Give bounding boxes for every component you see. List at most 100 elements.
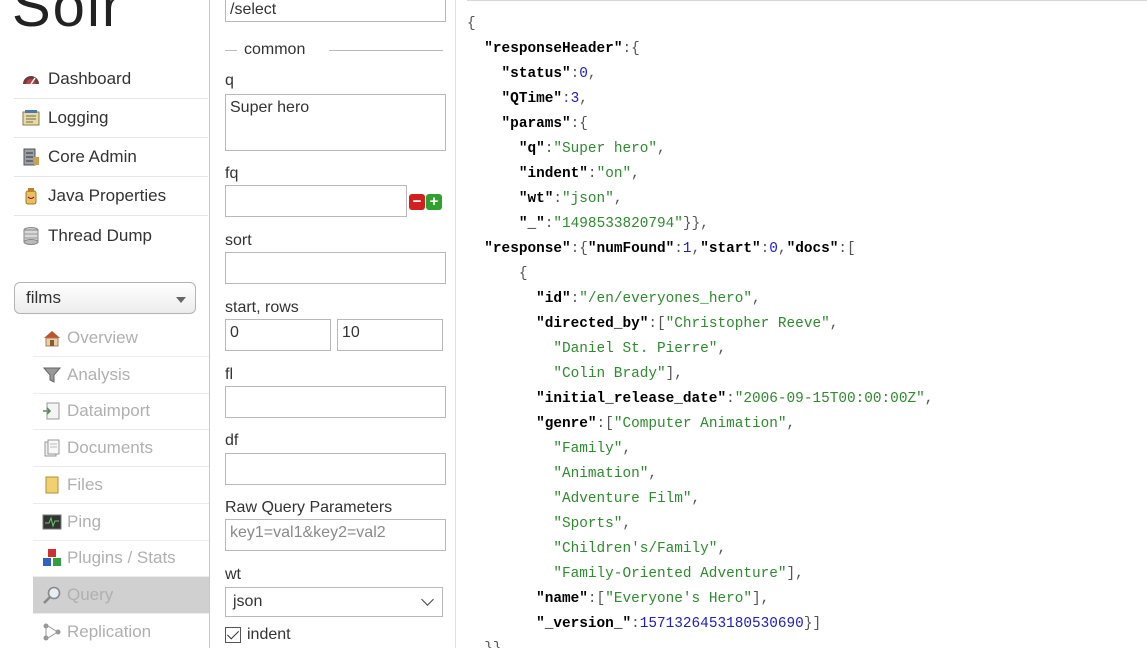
- response-json: { "responseHeader":{ "status":0, "QTime"…: [467, 12, 933, 648]
- dashboard-icon: [21, 69, 41, 89]
- response-line: "Animation",: [553, 466, 657, 482]
- ping-icon: [42, 512, 62, 532]
- response-line: "indent":"on",: [518, 166, 640, 182]
- core-selector-value: films: [26, 288, 61, 307]
- response-line: "Children's/Family",: [553, 541, 727, 557]
- core-item-overview[interactable]: Overview: [33, 320, 209, 357]
- core-item-label: Ping: [67, 512, 102, 531]
- response-line: "status":0,: [501, 66, 597, 82]
- core-item-label: Replication: [67, 622, 152, 641]
- response-line: "_version_":1571326453180530690}]: [536, 616, 822, 632]
- q-label: q: [225, 72, 234, 89]
- raw-params-label: Raw Query Parameters: [225, 499, 393, 516]
- indent-row: indent: [225, 626, 291, 644]
- core-item-plugins-stats[interactable]: Plugins / Stats: [33, 540, 209, 577]
- response-line: "q":"Super hero",: [518, 141, 666, 157]
- core-item-label: Documents: [67, 438, 153, 457]
- caret-down-icon: [176, 297, 186, 303]
- core-item-label: Overview: [67, 328, 138, 347]
- thread-dump-icon: [21, 226, 41, 246]
- sidebar-item-label: Java Properties: [48, 186, 167, 205]
- core-item-files[interactable]: Files: [33, 467, 209, 504]
- sidebar-item-label: Thread Dump: [48, 225, 152, 245]
- documents-icon: [42, 438, 62, 458]
- plugins-icon: [42, 548, 62, 568]
- fq-input[interactable]: [225, 185, 407, 217]
- core-item-documents[interactable]: Documents: [33, 430, 209, 467]
- core-item-label: Plugins / Stats: [67, 548, 176, 567]
- sort-input[interactable]: [225, 252, 446, 284]
- response-line: "name":["Everyone's Hero"],: [536, 591, 770, 607]
- java-properties-icon: [21, 186, 41, 206]
- sidebar-item-label: Core Admin: [48, 147, 137, 166]
- sidebar-item-logging[interactable]: Logging: [14, 99, 208, 138]
- add-fq-button[interactable]: +: [426, 194, 442, 210]
- dataimport-icon: [42, 401, 62, 421]
- core-item-label: Dataimport: [67, 401, 151, 420]
- df-input[interactable]: [225, 453, 446, 485]
- response-line: {: [467, 266, 528, 282]
- start-input[interactable]: 0: [225, 319, 331, 351]
- response-line: "responseHeader":{: [484, 41, 640, 57]
- q-input[interactable]: Super hero: [225, 94, 446, 151]
- core-admin-icon: [21, 147, 41, 167]
- response-line: "Adventure Film",: [553, 491, 701, 507]
- core-item-query[interactable]: Query: [33, 577, 209, 614]
- response-line: "params":{: [501, 116, 588, 132]
- common-legend: common: [225, 41, 443, 59]
- wt-select[interactable]: json: [225, 587, 443, 617]
- replication-icon: [42, 622, 62, 642]
- solr-logo[interactable]: Solr: [12, 0, 123, 36]
- response-panel: { "responseHeader":{ "status":0, "QTime"…: [467, 0, 1147, 648]
- indent-checkbox[interactable]: [225, 627, 241, 643]
- df-label: df: [225, 432, 239, 449]
- request-handler-input[interactable]: /select: [225, 0, 446, 22]
- logging-icon: [21, 108, 41, 128]
- response-line: "Sports",: [553, 516, 632, 532]
- remove-fq-button[interactable]: −: [409, 194, 425, 210]
- response-line: "wt":"json",: [518, 191, 623, 207]
- files-icon: [42, 475, 62, 495]
- core-item-label: Query: [67, 585, 114, 604]
- wt-select-value: json: [233, 593, 263, 610]
- response-line: "initial_release_date":"2006-09-15T00:00…: [536, 391, 934, 407]
- response-line: "id":"/en/everyones_hero",: [536, 291, 761, 307]
- response-line: }}: [467, 637, 933, 648]
- response-line: "Family",: [553, 441, 632, 457]
- core-selector[interactable]: films: [14, 282, 196, 314]
- response-line: {: [467, 16, 476, 32]
- chevron-down-icon: [421, 593, 434, 606]
- response-line: "Family-Oriented Adventure"],: [553, 566, 804, 582]
- core-item-ping[interactable]: Ping: [33, 504, 209, 541]
- response-line: "directed_by":["Christopher Reeve",: [536, 316, 839, 332]
- response-line: "_":"1498533820794"}},: [518, 216, 709, 232]
- response-line: "Daniel St. Pierre",: [553, 341, 727, 357]
- response-line: "response":{"numFound":1,"start":0,"docs…: [484, 241, 856, 257]
- sidebar-item-dashboard[interactable]: Dashboard: [14, 60, 208, 99]
- response-line: "genre":["Computer Animation",: [536, 416, 796, 432]
- rows-input[interactable]: 10: [337, 319, 443, 351]
- indent-label: indent: [247, 626, 291, 643]
- magnifier-icon: [42, 585, 62, 605]
- core-item-replication[interactable]: Replication: [33, 614, 209, 648]
- sidebar-item-java-properties[interactable]: Java Properties: [14, 177, 208, 216]
- core-item-dataimport[interactable]: Dataimport: [33, 393, 209, 430]
- raw-params-input[interactable]: key1=val1&key2=val2: [225, 519, 446, 551]
- core-item-label: Files: [67, 475, 103, 494]
- sidebar: Solr Dashboard Logging Core Admin Java P…: [0, 0, 210, 648]
- core-item-label: Analysis: [67, 365, 131, 384]
- query-form: /select common q Super hero fq − + sort …: [211, 0, 456, 648]
- sidebar-item-label: Logging: [48, 108, 109, 127]
- funnel-icon: [42, 365, 62, 385]
- response-line: "Colin Brady"],: [553, 366, 683, 382]
- start-rows-label: start, rows: [225, 299, 299, 316]
- sort-label: sort: [225, 232, 252, 249]
- response-line: "QTime":3,: [501, 91, 588, 107]
- fq-label: fq: [225, 165, 239, 182]
- sidebar-item-core-admin[interactable]: Core Admin: [14, 138, 208, 177]
- sidebar-item-thread-dump[interactable]: Thread Dump: [14, 216, 208, 255]
- common-legend-text: common: [244, 41, 306, 58]
- fl-input[interactable]: [225, 386, 446, 418]
- fl-label: fl: [225, 366, 233, 383]
- core-item-analysis[interactable]: Analysis: [33, 357, 209, 394]
